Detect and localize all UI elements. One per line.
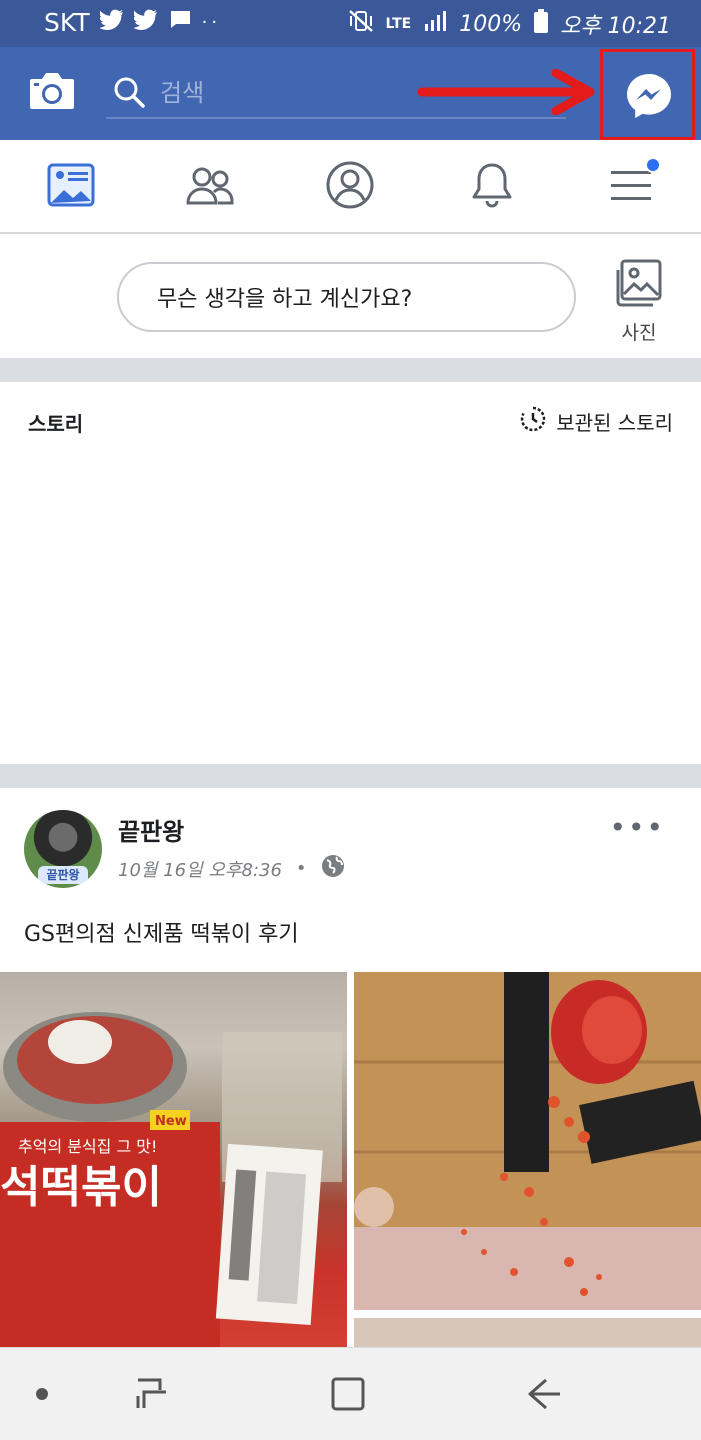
product-tagline: 추억의 분식집 그 맛!: [18, 1137, 157, 1156]
post-photo[interactable]: [354, 972, 701, 1310]
home-icon[interactable]: [328, 1374, 368, 1414]
new-badge: New: [155, 1114, 187, 1129]
tteokbokki-package-illustration: New 추억의 분식집 그 맛! 석떡볶이: [0, 1012, 342, 1348]
messenger-icon[interactable]: [625, 72, 673, 120]
avatar-name-tag: 끝판왕: [38, 866, 88, 884]
back-icon[interactable]: [524, 1374, 564, 1414]
camera-icon[interactable]: [28, 69, 76, 113]
status-prompt: 무슨 생각을 하고 계신가요?: [157, 287, 413, 312]
search-icon: [112, 75, 148, 111]
dot-icon[interactable]: [22, 1374, 62, 1414]
post-text: GS편의점 신제품 떡볶이 후기: [24, 922, 299, 947]
annotation-arrow-icon: [418, 69, 595, 115]
photo-label: 사진: [621, 322, 657, 344]
network-label: LTE: [385, 16, 412, 32]
top-header: [0, 47, 701, 140]
meta-separator: •: [295, 858, 307, 879]
chat-icon: [168, 8, 192, 37]
carrier-label: SKT: [44, 8, 90, 37]
story-archive-button[interactable]: 보관된 스토리: [520, 406, 673, 437]
signal-icon: [423, 10, 447, 38]
twitter-icon: [97, 8, 124, 37]
news-feed-icon: [45, 159, 97, 215]
status-left: SKT ··: [44, 8, 221, 37]
avatar[interactable]: 끝판왕: [24, 810, 102, 888]
archive-label: 보관된 스토리: [556, 411, 673, 435]
product-name: 석떡볶이: [0, 1162, 162, 1213]
status-bar: SKT ·· LTE 100% 오후 10:21: [0, 0, 701, 47]
friends-icon: [184, 159, 236, 215]
status-input[interactable]: 무슨 생각을 하고 계신가요?: [117, 262, 576, 332]
menu-icon: [605, 157, 661, 215]
section-divider: [0, 358, 701, 382]
system-nav-bar: [0, 1347, 701, 1440]
battery-percent: 100%: [459, 11, 523, 37]
archive-clock-icon: [520, 406, 546, 437]
status-right: LTE 100% 오후 10:21: [348, 8, 671, 40]
twitter-icon: [131, 8, 158, 37]
stories-title: 스토리: [28, 412, 84, 436]
post-photo[interactable]: [354, 1318, 701, 1348]
stories-section: 스토리 보관된 스토리: [0, 382, 701, 764]
globe-icon: [321, 854, 345, 883]
floor-spill-illustration: [354, 972, 701, 1310]
feed-post: 끝판왕 끝판왕 10월 16일 오후8:36 • ••• GS편의점 신제품 떡…: [0, 788, 701, 1348]
post-meta: 10월 16일 오후8:36 •: [118, 854, 345, 883]
photo-button[interactable]: 사진: [606, 258, 672, 344]
post-timestamp[interactable]: 10월 16일 오후8:36: [118, 856, 282, 882]
battery-icon: [534, 9, 549, 39]
post-photo[interactable]: New 추억의 분식집 그 맛! 석떡볶이: [0, 972, 347, 1348]
clock: 오후 10:21: [560, 14, 671, 39]
tab-notifications[interactable]: [464, 160, 520, 214]
recent-apps-icon[interactable]: [132, 1374, 172, 1414]
more-notifications-icon: ··: [201, 12, 222, 33]
status-composer: 무슨 생각을 하고 계신가요? 사진: [0, 236, 701, 358]
messenger-highlight: [600, 49, 695, 140]
section-divider: [0, 764, 701, 788]
tab-menu[interactable]: [603, 157, 661, 215]
tab-profile[interactable]: [322, 160, 378, 214]
notification-dot: [645, 157, 661, 173]
post-more-button[interactable]: •••: [609, 814, 665, 842]
tab-news-feed[interactable]: [43, 160, 99, 214]
notifications-icon: [466, 159, 518, 215]
nav-tabs: [0, 140, 701, 234]
profile-icon: [324, 159, 376, 215]
vibrate-mute-icon: [348, 9, 374, 39]
photo-icon: [614, 259, 664, 312]
tab-friends[interactable]: [182, 160, 238, 214]
post-author[interactable]: 끝판왕: [118, 812, 184, 847]
